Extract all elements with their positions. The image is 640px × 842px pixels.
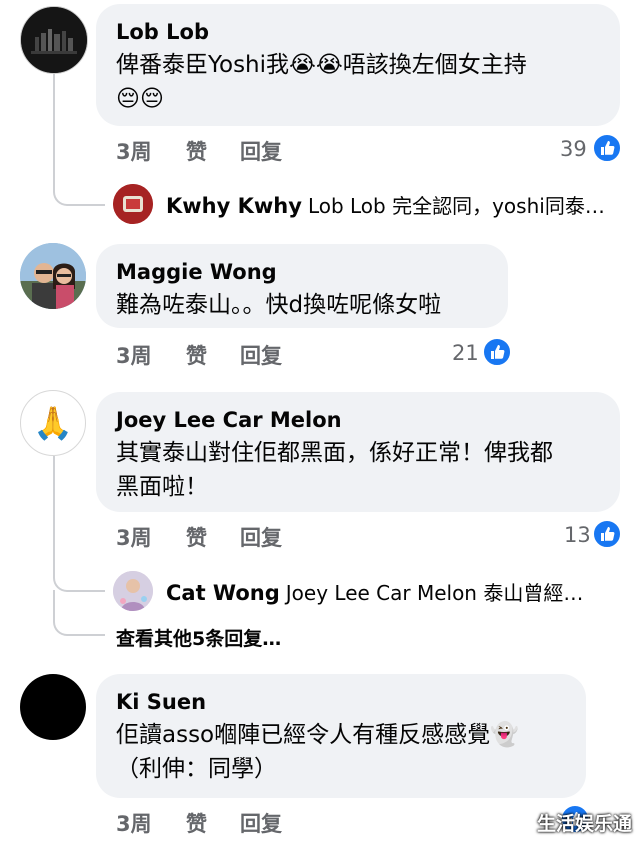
- like-icon: [592, 519, 622, 549]
- like-icon: [592, 133, 622, 163]
- avatar[interactable]: [20, 6, 88, 74]
- view-more-replies-link[interactable]: 查看其他5条回复…: [116, 624, 281, 651]
- reply-button[interactable]: 回复: [240, 522, 282, 552]
- like-count[interactable]: 39: [560, 137, 587, 161]
- like-button[interactable]: 赞: [186, 136, 207, 166]
- comment-actions: 3周 赞 回复: [116, 340, 636, 374]
- like-icon: [482, 337, 512, 367]
- thread-connector: [53, 590, 105, 636]
- comment-bubble: Maggie Wong 難為咗泰山。。快d換咗呢條女啦: [96, 244, 508, 328]
- comment-author[interactable]: Joey Lee Car Melon: [116, 406, 600, 434]
- praying-hands-icon: 🙏: [33, 404, 73, 442]
- like-count[interactable]: 21: [452, 341, 479, 365]
- comment-text: 俾番泰臣Yoshi我😭😭唔該換左個女主持: [116, 52, 527, 78]
- thread-connector: [53, 566, 105, 592]
- comment-time[interactable]: 3周: [116, 808, 152, 838]
- reply-text: Joey Lee Car Melon 泰山曾經…: [285, 581, 584, 605]
- thread-connector: [53, 170, 105, 206]
- reply-button[interactable]: 回复: [240, 136, 282, 166]
- avatar[interactable]: [113, 571, 153, 611]
- reply-row[interactable]: Kwhy Kwhy Lob Lob 完全認同，yoshi同泰…: [166, 190, 605, 230]
- comment-time[interactable]: 3周: [116, 136, 152, 166]
- like-button[interactable]: 赞: [186, 340, 207, 370]
- comment-time[interactable]: 3周: [116, 522, 152, 552]
- comment-text-line2: （利伸：同學）: [116, 756, 277, 782]
- comment-text-line2: 黑面啦！: [116, 474, 208, 500]
- reply-button[interactable]: 回复: [240, 340, 282, 370]
- comment-text: 難為咗泰山。。快d換咗呢條女啦: [116, 292, 442, 318]
- reply-row[interactable]: Cat Wong Joey Lee Car Melon 泰山曾經…: [166, 577, 583, 617]
- comment-bubble: Lob Lob 俾番泰臣Yoshi我😭😭唔該換左個女主持 😔😔: [96, 4, 620, 126]
- reply-text: Lob Lob 完全認同，yoshi同泰…: [307, 194, 605, 218]
- avatar[interactable]: 🙏: [20, 390, 86, 456]
- like-count[interactable]: 13: [564, 523, 591, 547]
- comment-bubble: Ki Suen 佢讀asso嗰陣已經令人有種反感感覺👻 （利伸：同學）: [96, 674, 586, 798]
- comment-bubble: Joey Lee Car Melon 其實泰山對住佢都黑面，係好正常！俾我都 黑…: [96, 392, 620, 512]
- thread-line: [53, 456, 55, 576]
- reply-author[interactable]: Cat Wong: [166, 581, 280, 605]
- comment-actions: 3周 赞 回复: [116, 522, 636, 556]
- avatar[interactable]: [113, 184, 153, 224]
- comment-text-line2: 😔😔: [116, 86, 164, 112]
- comment-time[interactable]: 3周: [116, 340, 152, 370]
- watermark: 生活娱乐通: [536, 813, 632, 835]
- like-button[interactable]: 赞: [186, 522, 207, 552]
- reply-button[interactable]: 回复: [240, 808, 282, 838]
- comment-text: 其實泰山對住佢都黑面，係好正常！俾我都: [116, 440, 553, 466]
- reply-author[interactable]: Kwhy Kwhy: [166, 194, 302, 218]
- thread-line: [53, 74, 55, 174]
- avatar[interactable]: [20, 243, 86, 309]
- comment-author[interactable]: Lob Lob: [116, 18, 600, 46]
- avatar[interactable]: [20, 674, 86, 740]
- comment-actions: 3周 赞 回复: [116, 136, 636, 170]
- stand-with-hk-avatar-icon: [21, 7, 87, 73]
- comment-text: 佢讀asso嗰陣已經令人有種反感感覺👻: [116, 722, 519, 748]
- comment-author[interactable]: Ki Suen: [116, 688, 566, 716]
- like-button[interactable]: 赞: [186, 808, 207, 838]
- comment-author[interactable]: Maggie Wong: [116, 258, 488, 286]
